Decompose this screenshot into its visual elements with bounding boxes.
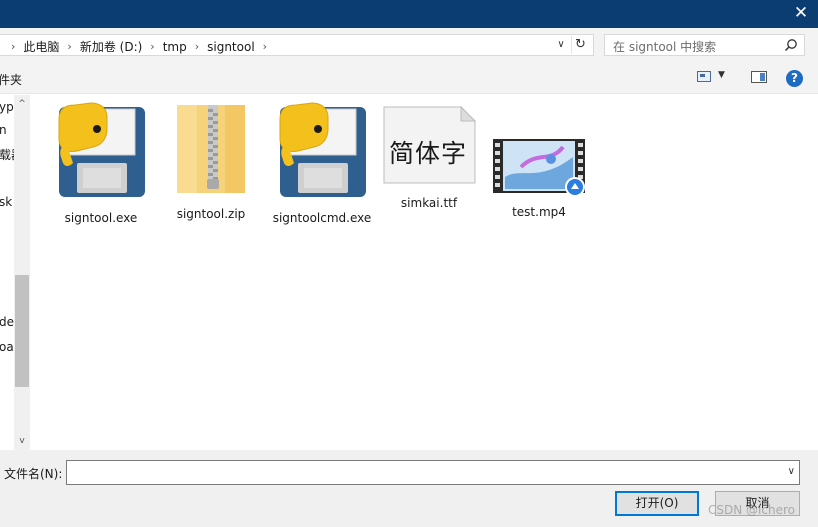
- nav-item[interactable]: oa: [0, 340, 14, 354]
- file-item-signtoolcmd-exe[interactable]: signtoolcmd.exe: [272, 101, 372, 226]
- breadcrumb-item-signtool[interactable]: signtool: [207, 40, 255, 54]
- new-folder-button[interactable]: 件夹: [0, 71, 22, 88]
- chevron-right-icon: ›: [11, 40, 16, 53]
- help-icon[interactable]: ?: [786, 70, 803, 87]
- title-bar: ✕: [0, 0, 818, 28]
- file-name-label: signtool.zip: [176, 207, 246, 221]
- file-item-signtool-exe[interactable]: signtool.exe: [51, 101, 151, 226]
- file-name-label: test.mp4: [512, 205, 566, 219]
- scroll-up-arrow-icon[interactable]: ^: [14, 97, 30, 111]
- chevron-right-icon: ›: [150, 40, 155, 53]
- dialog-footer: 文件名(N): ∨ 打开(O) 取消 CSDN @ichero: [0, 450, 818, 527]
- breadcrumb-item-drive-d[interactable]: 新加卷 (D:): [80, 38, 142, 55]
- change-view-icon[interactable]: [697, 71, 711, 82]
- filename-label: 文件名(N):: [4, 467, 63, 481]
- chevron-right-icon[interactable]: ›: [255, 40, 275, 53]
- search-input[interactable]: 在 signtool 中搜索: [604, 34, 805, 56]
- file-list: signtool.exe signtool.zip signtoolcmd.ex…: [30, 95, 818, 450]
- open-button[interactable]: 打开(O): [615, 491, 699, 516]
- file-item-signtool-zip[interactable]: signtool.zip: [161, 105, 261, 222]
- search-icon[interactable]: [784, 38, 798, 52]
- scroll-down-arrow-icon[interactable]: v: [14, 434, 30, 448]
- python-exe-icon: [279, 102, 366, 197]
- file-name-label: simkai.ttf: [400, 196, 458, 210]
- nav-item[interactable]: sk: [0, 195, 12, 209]
- address-bar[interactable]: › 此电脑 › 新加卷 (D:) › tmp › signtool › ∨ ↻: [0, 34, 594, 56]
- nav-item[interactable]: yp: [0, 100, 14, 114]
- view-options-dropdown[interactable]: ▼: [718, 70, 725, 80]
- python-exe-icon: [58, 102, 145, 197]
- preview-pane-icon[interactable]: [751, 71, 767, 83]
- breadcrumb: › 此电脑 › 新加卷 (D:) › tmp › signtool ›: [3, 38, 275, 55]
- zip-folder-icon: [177, 105, 245, 193]
- chevron-right-icon: ›: [194, 40, 200, 53]
- font-preview-text: 简体字: [389, 139, 468, 168]
- filename-input[interactable]: ∨: [66, 460, 800, 485]
- search-placeholder: 在 signtool 中搜索: [613, 40, 717, 54]
- file-item-test-mp4[interactable]: test.mp4: [489, 137, 589, 220]
- refresh-button[interactable]: ↻: [571, 36, 589, 54]
- file-name-label: signtoolcmd.exe: [272, 211, 372, 225]
- nav-item[interactable]: n: [0, 123, 7, 137]
- watermark: CSDN @ichero: [708, 503, 795, 517]
- breadcrumb-item-this-pc[interactable]: 此电脑: [23, 38, 59, 55]
- close-button[interactable]: ✕: [784, 0, 818, 28]
- file-item-simkai-ttf[interactable]: 简体字 simkai.ttf: [379, 105, 479, 211]
- chevron-down-icon[interactable]: ∨: [788, 466, 795, 477]
- font-file-icon: 简体字: [381, 105, 477, 185]
- address-row: › 此电脑 › 新加卷 (D:) › tmp › signtool › ∨ ↻ …: [0, 28, 818, 62]
- video-file-icon: [493, 139, 585, 197]
- scrollbar-thumb[interactable]: [15, 275, 29, 387]
- navigation-scrollbar[interactable]: ^ v: [14, 95, 30, 450]
- file-name-label: signtool.exe: [64, 211, 138, 225]
- command-bar: 件夹 ▼ ?: [0, 62, 818, 94]
- breadcrumb-item-tmp[interactable]: tmp: [163, 40, 187, 54]
- chevron-right-icon: ›: [67, 40, 72, 53]
- address-history-dropdown[interactable]: ∨: [553, 37, 569, 53]
